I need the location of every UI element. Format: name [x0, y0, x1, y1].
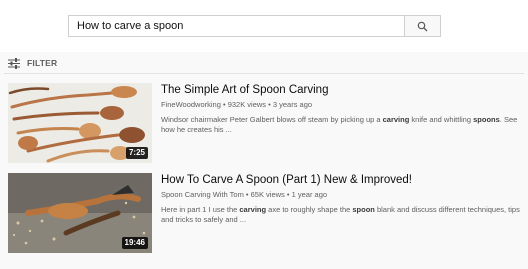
- search-input[interactable]: [77, 16, 397, 36]
- desc-highlight: spoon: [352, 205, 375, 214]
- desc-text: Windsor chairmaker Peter Galbert blows o…: [161, 115, 383, 124]
- divider: [4, 73, 524, 74]
- desc-text: axe to roughly shape the: [266, 205, 353, 214]
- search-button[interactable]: [404, 15, 441, 37]
- video-thumbnail[interactable]: 19:46: [8, 173, 152, 253]
- upload-age: 1 year ago: [291, 190, 328, 199]
- video-title[interactable]: How To Carve A Spoon (Part 1) New & Impr…: [161, 173, 528, 187]
- view-count: 932K views: [227, 100, 267, 109]
- channel-name[interactable]: Spoon Carving With Tom: [161, 190, 244, 199]
- desc-highlight: carving: [382, 115, 410, 124]
- channel-name[interactable]: FineWoodworking: [161, 100, 221, 109]
- desc-text: knife and whittling: [409, 115, 474, 124]
- upload-age: 3 years ago: [272, 100, 313, 109]
- video-meta: How To Carve A Spoon (Part 1) New & Impr…: [161, 173, 528, 225]
- desc-highlight: spoons: [473, 115, 500, 124]
- filter-button[interactable]: FILTER: [8, 55, 57, 71]
- video-description: Here in part 1 I use the carving axe to …: [161, 205, 528, 225]
- filter-label: FILTER: [27, 58, 58, 68]
- search-box[interactable]: [68, 15, 404, 37]
- view-count: 65K views: [250, 190, 285, 199]
- top-bar: [0, 0, 528, 52]
- video-subtitle: FineWoodworking • 932K views • 3 years a…: [161, 100, 313, 109]
- desc-text: Here in part 1 I use the: [161, 205, 240, 214]
- video-meta: The Simple Art of Spoon Carving FineWood…: [161, 83, 528, 135]
- desc-highlight: carving: [239, 205, 267, 214]
- filter-icon: [8, 57, 20, 69]
- video-duration: 19:46: [121, 237, 148, 249]
- search-icon: [417, 21, 428, 31]
- video-title[interactable]: The Simple Art of Spoon Carving: [161, 83, 528, 97]
- video-thumbnail[interactable]: 7:25: [8, 83, 152, 163]
- video-description: Windsor chairmaker Peter Galbert blows o…: [161, 115, 528, 135]
- video-duration: 7:25: [125, 147, 148, 159]
- video-subtitle: Spoon Carving With Tom • 65K views • 1 y…: [161, 190, 328, 199]
